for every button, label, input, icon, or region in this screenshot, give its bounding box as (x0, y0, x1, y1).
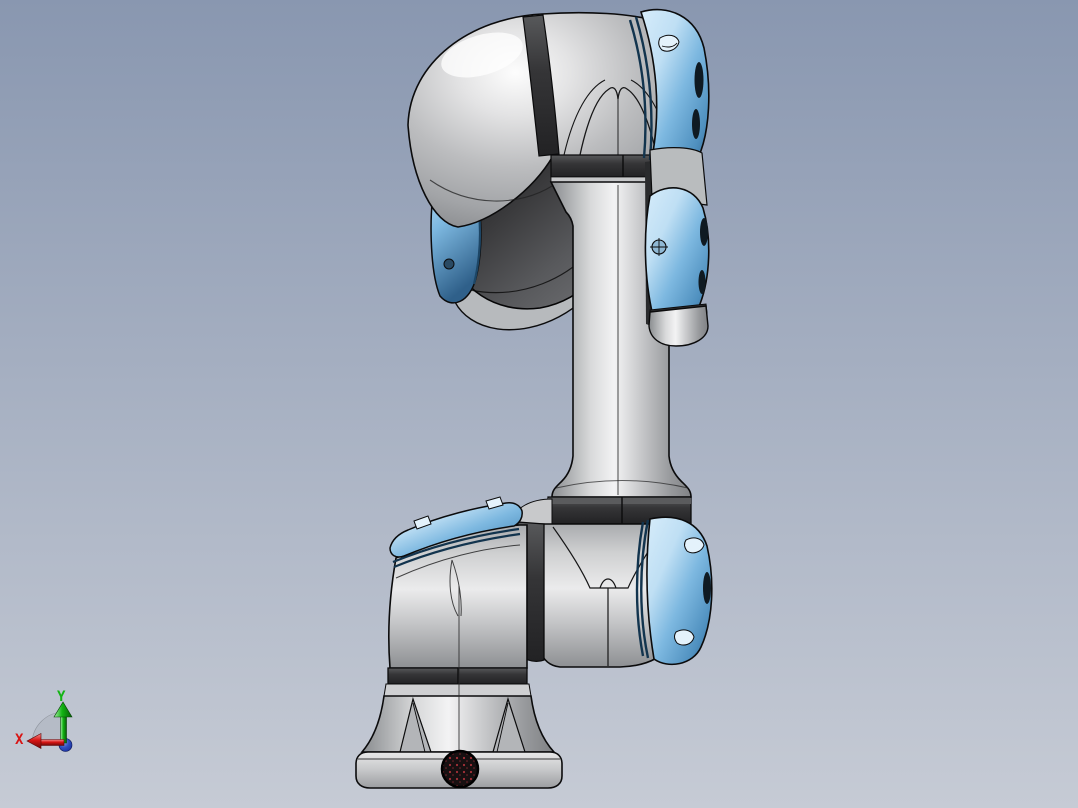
wrist-left-screw (444, 259, 454, 269)
shoulder-cap-right-clip-2 (675, 630, 694, 645)
robot-arm-model: X Y (15, 0, 1078, 808)
shoulder-cap-right-slot (703, 572, 711, 604)
shoulder-joint-assembly[interactable] (389, 497, 712, 668)
axis-y-label: Y (57, 689, 66, 705)
base-trim (384, 684, 531, 696)
cad-viewport[interactable]: X Y (0, 0, 1078, 808)
axis-x-label: X (15, 732, 24, 748)
wrist-right-slot-2 (698, 270, 706, 294)
tool-flange (649, 306, 708, 346)
wrist-right-blue-cap (645, 188, 708, 324)
base-pedestal-body (362, 696, 554, 752)
tube-bottom-band-top (548, 498, 691, 504)
wrist-right-slot-1 (700, 218, 708, 246)
wrist-joint-assembly-right[interactable] (645, 148, 709, 346)
base-connector[interactable] (442, 751, 478, 787)
cap-tr-slot-2 (692, 109, 700, 139)
cap-tr-slot-1 (694, 62, 704, 98)
orientation-triad: X Y (15, 689, 72, 752)
